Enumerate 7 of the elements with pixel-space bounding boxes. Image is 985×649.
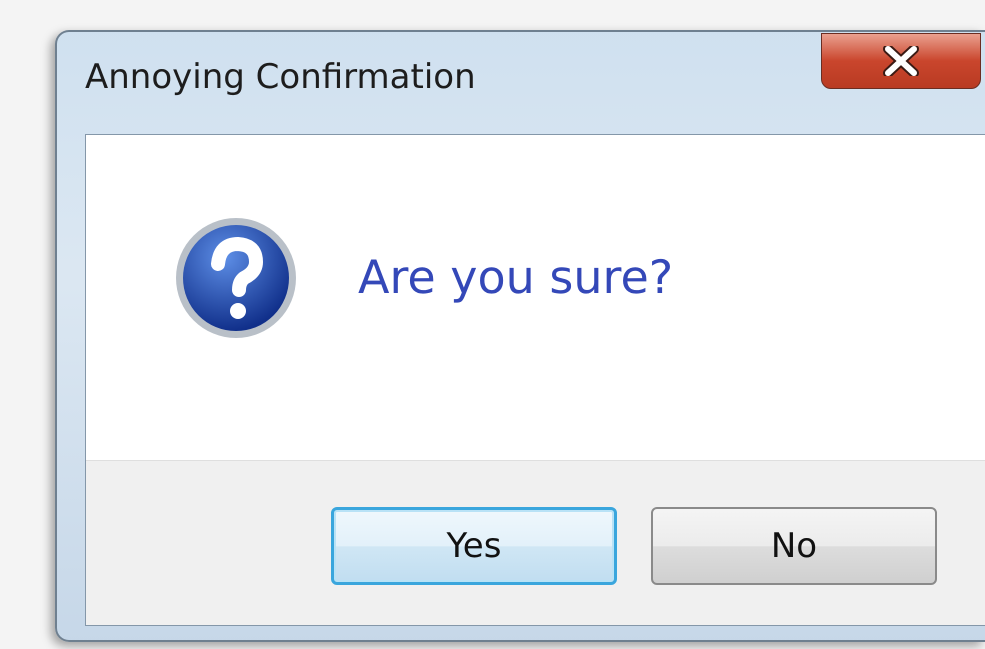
close-icon bbox=[883, 46, 919, 76]
dialog-button[interactable]: Yes bbox=[331, 507, 617, 585]
window-title: Annoying Confirmation bbox=[85, 56, 476, 98]
message-text: Are you sure? bbox=[358, 249, 674, 306]
close-button[interactable] bbox=[821, 33, 981, 89]
question-icon bbox=[174, 216, 298, 340]
dialog-button[interactable]: No bbox=[651, 507, 937, 585]
